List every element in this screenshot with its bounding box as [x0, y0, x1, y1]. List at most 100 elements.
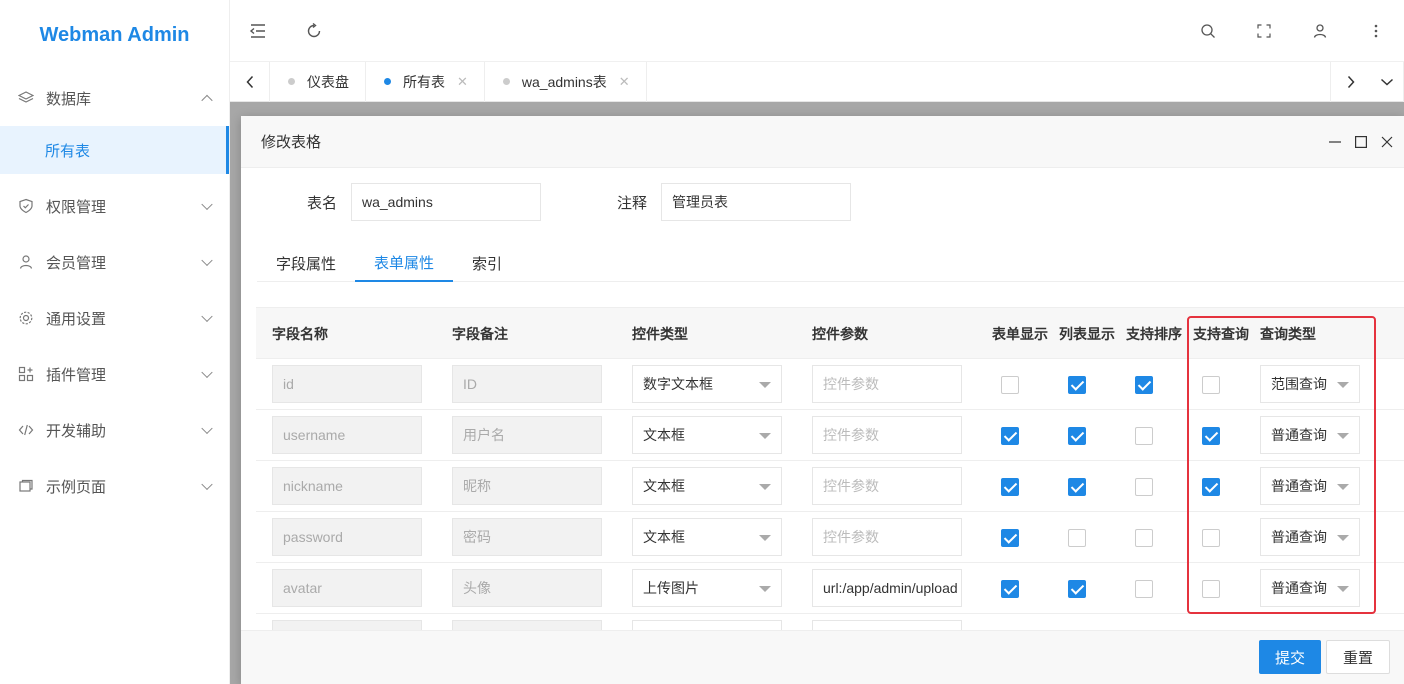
modal-tabs: 字段属性 表单属性 索引	[257, 244, 1404, 282]
tab-wa-admins[interactable]: wa_admins表 ✕	[485, 61, 647, 102]
tab-field-properties[interactable]: 字段属性	[257, 244, 355, 282]
submit-button[interactable]: 提交	[1259, 640, 1322, 674]
list-show-checkbox[interactable]	[1068, 478, 1086, 496]
list-show-checkbox[interactable]	[1068, 580, 1086, 598]
tab-form-properties[interactable]: 表单属性	[355, 244, 454, 282]
sidebar-item-label: 开发辅助	[46, 422, 107, 440]
sidebar: Webman Admin 数据库 所有表 权限管理 会员管理 通用设置 插件管理…	[0, 0, 230, 684]
column-header: 字段备注	[452, 325, 508, 342]
sidebar-item-label: 会员管理	[46, 254, 107, 272]
comment-input[interactable]: 管理员表	[661, 183, 851, 221]
close-icon[interactable]	[1380, 130, 1394, 154]
refresh-icon[interactable]	[286, 0, 342, 62]
column-header: 控件参数	[812, 325, 868, 342]
modal-header: 修改表格	[241, 116, 1404, 168]
chevron-down-icon	[1380, 78, 1393, 86]
chevron-right-icon	[1347, 75, 1355, 88]
tab-label: 所有表	[403, 73, 445, 90]
shield-icon	[18, 198, 34, 214]
user-icon[interactable]	[1292, 0, 1348, 62]
tab-dot	[288, 78, 295, 85]
top-header	[230, 0, 1404, 62]
sidebar-item-examples[interactable]: 示例页面	[0, 458, 229, 514]
gear-icon	[18, 310, 34, 326]
control-type-select[interactable]: 文本框	[632, 518, 782, 556]
sidebar-item-label: 权限管理	[46, 198, 107, 216]
user-icon	[18, 254, 34, 270]
tab-dashboard[interactable]: 仪表盘	[270, 61, 366, 102]
chevron-down-icon	[201, 310, 213, 323]
tabs-menu-button[interactable]	[1370, 61, 1404, 102]
sidebar-item-settings[interactable]: 通用设置	[0, 290, 229, 346]
menu-fold-icon[interactable]	[230, 0, 286, 62]
plugin-icon	[18, 366, 34, 382]
field-comment-input: ID	[452, 365, 602, 403]
table-name-row: 表名 wa_admins	[241, 183, 541, 221]
form-show-checkbox[interactable]	[1001, 427, 1019, 445]
more-vertical-icon[interactable]	[1348, 0, 1404, 62]
field-comment-input: 密码	[452, 518, 602, 556]
tab-label: 仪表盘	[307, 73, 349, 90]
control-type-select[interactable]: 文本框	[632, 467, 782, 505]
control-param-input[interactable]: 控件参数	[812, 365, 962, 403]
page-icon	[18, 478, 34, 494]
column-header: 支持排序	[1126, 325, 1182, 342]
tabs-next-button[interactable]	[1330, 61, 1370, 102]
chevron-down-icon	[201, 254, 213, 267]
reset-button[interactable]: 重置	[1326, 640, 1391, 674]
sidebar-item-permissions[interactable]: 权限管理	[0, 178, 229, 234]
search-icon[interactable]	[1180, 0, 1236, 62]
maximize-icon[interactable]	[1354, 130, 1368, 154]
control-param-input[interactable]: url:/app/admin/upload	[812, 569, 962, 607]
column-header: 表单显示	[992, 325, 1048, 342]
chevron-down-icon	[201, 422, 213, 435]
minimize-icon[interactable]	[1328, 130, 1342, 154]
app-logo: Webman Admin	[39, 23, 190, 46]
control-type-select[interactable]: 文本框	[632, 416, 782, 454]
control-type-select[interactable]: 数字文本框	[632, 365, 782, 403]
form-show-checkbox[interactable]	[1001, 580, 1019, 598]
tab-all-tables[interactable]: 所有表 ✕	[366, 61, 485, 102]
field-name-input: password	[272, 518, 422, 556]
list-show-checkbox[interactable]	[1068, 376, 1086, 394]
close-icon[interactable]: ✕	[619, 74, 630, 90]
field-name-input: nickname	[272, 467, 422, 505]
control-param-input[interactable]: 控件参数	[812, 518, 962, 556]
chevron-up-icon	[201, 94, 213, 107]
highlight-annotation-box	[1187, 316, 1376, 614]
tab-index[interactable]: 索引	[453, 244, 521, 282]
sortable-checkbox[interactable]	[1135, 376, 1153, 394]
list-show-checkbox[interactable]	[1068, 529, 1086, 547]
header-actions	[1180, 0, 1404, 62]
sidebar-item-label: 数据库	[46, 90, 92, 108]
sidebar-item-plugins[interactable]: 插件管理	[0, 346, 229, 402]
table-name-input[interactable]: wa_admins	[351, 183, 541, 221]
sortable-checkbox[interactable]	[1135, 427, 1153, 445]
tabs-prev-button[interactable]	[230, 61, 270, 102]
form-show-checkbox[interactable]	[1001, 376, 1019, 394]
list-show-checkbox[interactable]	[1068, 427, 1086, 445]
layers-icon	[18, 90, 34, 106]
sidebar-item-dev-tools[interactable]: 开发辅助	[0, 402, 229, 458]
sidebar-item-members[interactable]: 会员管理	[0, 234, 229, 290]
sidebar-item-label: 示例页面	[46, 478, 107, 496]
field-name-input: avatar	[272, 569, 422, 607]
form-show-checkbox[interactable]	[1001, 529, 1019, 547]
sortable-checkbox[interactable]	[1135, 580, 1153, 598]
chevron-left-icon	[245, 75, 253, 88]
close-icon[interactable]: ✕	[457, 74, 468, 90]
sortable-checkbox[interactable]	[1135, 529, 1153, 547]
column-header: 控件类型	[632, 325, 688, 342]
tab-label: wa_admins表	[521, 73, 607, 90]
field-comment-input: 昵称	[452, 467, 602, 505]
control-param-input[interactable]: 控件参数	[812, 467, 962, 505]
form-show-checkbox[interactable]	[1001, 478, 1019, 496]
sidebar-item-database[interactable]: 数据库	[0, 70, 229, 126]
control-param-input[interactable]: 控件参数	[812, 416, 962, 454]
fullscreen-icon[interactable]	[1236, 0, 1292, 62]
control-type-select[interactable]: 上传图片	[632, 569, 782, 607]
app-root: Webman Admin 数据库 所有表 权限管理 会员管理 通用设置 插件管理…	[0, 0, 1404, 684]
field-comment-input: 用户名	[452, 416, 602, 454]
sidebar-subitem-all-tables[interactable]: 所有表	[0, 126, 229, 174]
sortable-checkbox[interactable]	[1135, 478, 1153, 496]
